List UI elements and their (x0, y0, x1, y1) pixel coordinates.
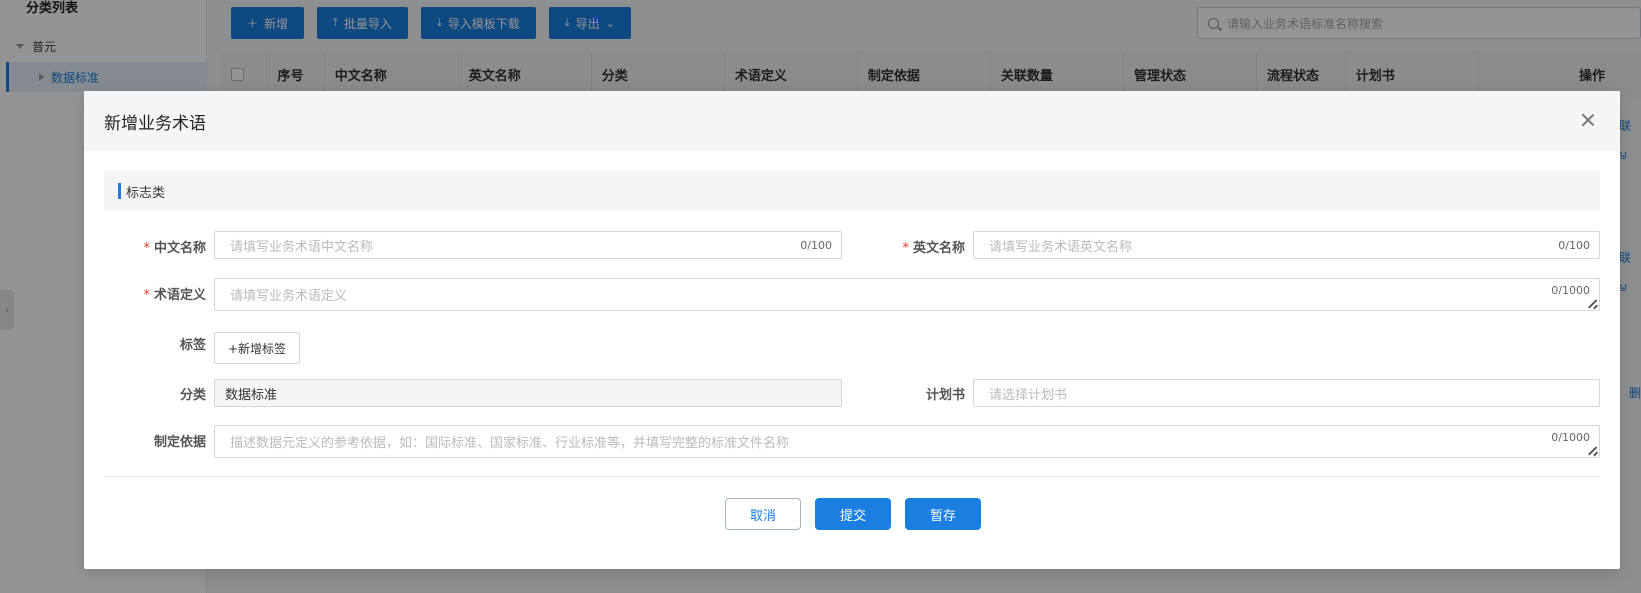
plan-select[interactable]: 请选择计划书 (973, 379, 1600, 407)
tags-label: 标签 (179, 338, 206, 353)
add-business-term-dialog: 新增业务术语 标志类 * 中文名称 请填写业务术语中文名称 0/100 * 英文名称… (84, 91, 1620, 569)
plan-placeholder: 请选择计划书 (989, 387, 1068, 403)
section-title: 标志类 (126, 185, 166, 201)
add-tag-button[interactable]: +新增标签 (214, 332, 300, 364)
dialog-title: 新增业务术语 (104, 113, 206, 134)
close-icon[interactable] (1578, 110, 1598, 130)
basis-placeholder: 描述数据元定义的参考依据，如：国际标准、国家标准、行业标准等，并填写完整的标准文… (230, 436, 790, 451)
required-mark: * (143, 241, 150, 256)
basis-label: 制定依据 (153, 435, 206, 450)
save-draft-button[interactable]: 暂存 (905, 498, 981, 530)
footer-divider (104, 476, 1600, 477)
en-name-placeholder: 请填写业务术语英文名称 (989, 239, 1133, 255)
resize-handle-icon[interactable] (1587, 298, 1597, 308)
en-name-input[interactable]: 请填写业务术语英文名称 0/100 (973, 231, 1600, 259)
required-mark: * (143, 288, 150, 303)
dialog-header: 新增业务术语 (84, 91, 1620, 151)
required-mark: * (902, 241, 909, 256)
section-header: 标志类 (104, 171, 1600, 211)
en-name-counter: 0/100 (1558, 238, 1590, 252)
en-name-label: * 英文名称 (902, 241, 965, 256)
definition-textarea[interactable]: 请填写业务术语定义 0/1000 (214, 278, 1600, 311)
plan-label: 计划书 (925, 388, 965, 403)
definition-placeholder: 请填写业务术语定义 (230, 289, 348, 304)
cn-name-label: * 中文名称 (143, 241, 206, 256)
cn-name-placeholder: 请填写业务术语中文名称 (230, 239, 374, 255)
definition-counter: 0/1000 (1551, 284, 1590, 297)
resize-handle-icon[interactable] (1587, 445, 1597, 455)
category-value: 数据标准 (225, 387, 278, 403)
category-field: 数据标准 (214, 379, 842, 407)
basis-counter: 0/1000 (1551, 431, 1590, 444)
cn-name-input[interactable]: 请填写业务术语中文名称 0/100 (214, 231, 842, 259)
cn-name-counter: 0/100 (800, 238, 832, 252)
submit-button[interactable]: 提交 (815, 498, 891, 530)
basis-textarea[interactable]: 描述数据元定义的参考依据，如：国际标准、国家标准、行业标准等，并填写完整的标准文… (214, 425, 1600, 458)
cancel-button[interactable]: 取消 (725, 498, 801, 530)
definition-label: * 术语定义 (143, 288, 206, 303)
category-label: 分类 (179, 388, 206, 403)
